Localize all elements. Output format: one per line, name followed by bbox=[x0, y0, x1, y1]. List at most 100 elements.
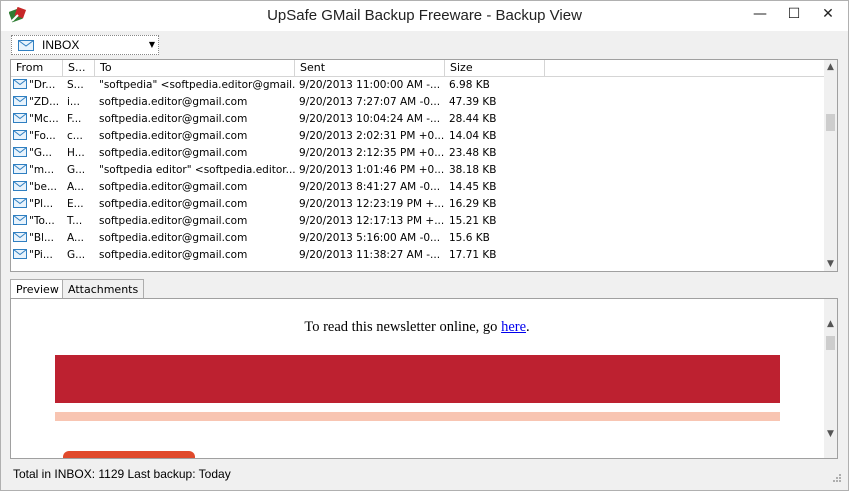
title-bar: UpSafe GMail Backup Freeware - Backup Vi… bbox=[1, 1, 848, 31]
preview-pane: To read this newsletter online, go here.… bbox=[10, 298, 838, 459]
cell-from-text: "Bl... bbox=[29, 232, 54, 244]
table-row[interactable]: "Fo... c... softpedia.editor@gmail.com 9/20… bbox=[11, 128, 826, 145]
envelope-icon bbox=[13, 215, 27, 225]
table-row[interactable]: "Mc... F... softpedia.editor@gmail.com 9/20… bbox=[11, 111, 826, 128]
envelope-icon bbox=[13, 79, 27, 89]
column-header-sent[interactable]: Sent bbox=[295, 60, 445, 76]
cell-size: 38.18 KB bbox=[449, 164, 497, 176]
cell-size: 28.44 KB bbox=[449, 113, 497, 125]
cell-from: "be... bbox=[11, 179, 63, 196]
cell-subject: E... bbox=[67, 198, 84, 210]
preview-scrollbar[interactable]: ▲ ▼ bbox=[824, 299, 837, 458]
cell-from-text: "G... bbox=[29, 147, 52, 159]
table-row[interactable]: "ZD... i... softpedia.editor@gmail.com 9/20… bbox=[11, 94, 826, 111]
cell-size: 23.48 KB bbox=[449, 147, 497, 159]
scroll-up-arrow-icon[interactable]: ▲ bbox=[824, 60, 837, 74]
envelope-icon bbox=[18, 40, 34, 51]
minimize-button[interactable]: — bbox=[743, 1, 777, 27]
preview-scroll-up-icon[interactable]: ▲ bbox=[824, 317, 837, 331]
cell-subject: G... bbox=[67, 249, 86, 261]
cell-size: 17.71 KB bbox=[449, 249, 497, 261]
table-row[interactable]: "Pi... G... softpedia.editor@gmail.com 9/20… bbox=[11, 247, 826, 264]
table-row[interactable]: "be... A... softpedia.editor@gmail.com 9/20… bbox=[11, 179, 826, 196]
preview-text-tail: . bbox=[526, 319, 530, 335]
column-header-subject[interactable]: S... bbox=[63, 60, 95, 76]
cell-from-text: "m... bbox=[29, 164, 55, 176]
newsletter-header-banner bbox=[55, 355, 780, 403]
column-header-to[interactable]: To bbox=[95, 60, 295, 76]
toolbar: INBOX ▼ bbox=[1, 31, 848, 59]
newsletter-button[interactable] bbox=[63, 451, 195, 458]
preview-scroll-down-icon[interactable]: ▼ bbox=[824, 427, 837, 441]
folder-select-value: INBOX bbox=[42, 38, 80, 52]
maximize-button[interactable]: ☐ bbox=[777, 1, 811, 27]
cell-size: 14.04 KB bbox=[449, 130, 497, 142]
cell-from: "G... bbox=[11, 145, 63, 162]
newsletter-divider-band bbox=[55, 412, 780, 421]
folder-select[interactable]: INBOX ▼ bbox=[11, 35, 159, 55]
cell-to: softpedia.editor@gmail.com bbox=[99, 113, 248, 125]
envelope-icon bbox=[13, 164, 27, 174]
envelope-icon bbox=[13, 232, 27, 242]
envelope-icon bbox=[13, 130, 27, 140]
cell-size: 15.6 KB bbox=[449, 232, 490, 244]
preview-scroll-thumb[interactable] bbox=[826, 336, 835, 350]
cell-from-text: "be... bbox=[29, 181, 57, 193]
scroll-down-arrow-icon[interactable]: ▼ bbox=[824, 257, 837, 271]
tab-preview[interactable]: Preview bbox=[10, 279, 65, 299]
cell-sent: 9/20/2013 10:04:24 AM -... bbox=[299, 113, 441, 125]
cell-to: softpedia.editor@gmail.com bbox=[99, 96, 248, 108]
cell-subject: A... bbox=[67, 232, 85, 244]
cell-sent: 9/20/2013 11:00:00 AM -... bbox=[299, 79, 441, 91]
cell-subject: S... bbox=[67, 79, 84, 91]
cell-size: 16.29 KB bbox=[449, 198, 497, 210]
envelope-icon bbox=[13, 181, 27, 191]
envelope-icon bbox=[13, 96, 27, 106]
preview-intro-text: To read this newsletter online, go here. bbox=[11, 319, 823, 336]
column-header-size[interactable]: Size bbox=[445, 60, 545, 76]
app-window: UpSafe GMail Backup Freeware - Backup Vi… bbox=[0, 0, 849, 491]
tab-attachments[interactable]: Attachments bbox=[62, 279, 145, 298]
cell-from: "Fo... bbox=[11, 128, 63, 145]
cell-to: softpedia.editor@gmail.com bbox=[99, 215, 248, 227]
cell-sent: 9/20/2013 1:01:46 PM +0... bbox=[299, 164, 445, 176]
cell-subject: c... bbox=[67, 130, 83, 142]
window-title: UpSafe GMail Backup Freeware - Backup Vi… bbox=[267, 7, 582, 24]
table-row[interactable]: "G... H... softpedia.editor@gmail.com 9/20/… bbox=[11, 145, 826, 162]
cell-sent: 9/20/2013 12:23:19 PM +... bbox=[299, 198, 445, 210]
preview-link-here[interactable]: here bbox=[501, 319, 526, 335]
cell-subject: H... bbox=[67, 147, 85, 159]
cell-size: 15.21 KB bbox=[449, 215, 497, 227]
envelope-icon bbox=[13, 113, 27, 123]
close-button[interactable]: ✕ bbox=[811, 1, 845, 27]
envelope-icon bbox=[13, 147, 27, 157]
cell-size: 47.39 KB bbox=[449, 96, 497, 108]
cell-size: 6.98 KB bbox=[449, 79, 490, 91]
cell-from-text: "Mc... bbox=[29, 113, 59, 125]
cell-from-text: "Dr... bbox=[29, 79, 56, 91]
cell-to: softpedia.editor@gmail.com bbox=[99, 232, 248, 244]
cell-from: "To... bbox=[11, 213, 63, 230]
table-row[interactable]: "m... G... "softpedia editor" <softpedia.e… bbox=[11, 162, 826, 179]
cell-sent: 9/20/2013 5:16:00 AM -0... bbox=[299, 232, 441, 244]
table-row[interactable]: "Dr... S... "softpedia" <softpedia.editor@… bbox=[11, 77, 826, 94]
cell-to: softpedia.editor@gmail.com bbox=[99, 181, 248, 193]
column-header-from[interactable]: From bbox=[11, 60, 63, 76]
message-list-header: From S... To Sent Size bbox=[11, 60, 826, 77]
cell-sent: 9/20/2013 12:17:13 PM +... bbox=[299, 215, 445, 227]
cell-from-text: "Pl... bbox=[29, 198, 54, 210]
dropdown-arrow-icon[interactable]: ▼ bbox=[149, 40, 155, 49]
cell-to: softpedia.editor@gmail.com bbox=[99, 198, 248, 210]
cell-sent: 9/20/2013 2:12:35 PM +0... bbox=[299, 147, 445, 159]
cell-subject: A... bbox=[67, 181, 85, 193]
envelope-icon bbox=[13, 198, 27, 208]
resize-grip-icon[interactable] bbox=[832, 473, 842, 483]
table-row[interactable]: "Pl... E... softpedia.editor@gmail.com 9/20… bbox=[11, 196, 826, 213]
cell-from: "Dr... bbox=[11, 77, 63, 94]
cell-from: "ZD... bbox=[11, 94, 63, 111]
scroll-thumb[interactable] bbox=[826, 114, 835, 131]
cell-subject: i... bbox=[67, 96, 80, 108]
table-row[interactable]: "Bl... A... softpedia.editor@gmail.com 9/20… bbox=[11, 230, 826, 247]
message-list-scrollbar[interactable]: ▲ ▼ bbox=[824, 60, 837, 271]
table-row[interactable]: "To... T... softpedia.editor@gmail.com 9/20… bbox=[11, 213, 826, 230]
